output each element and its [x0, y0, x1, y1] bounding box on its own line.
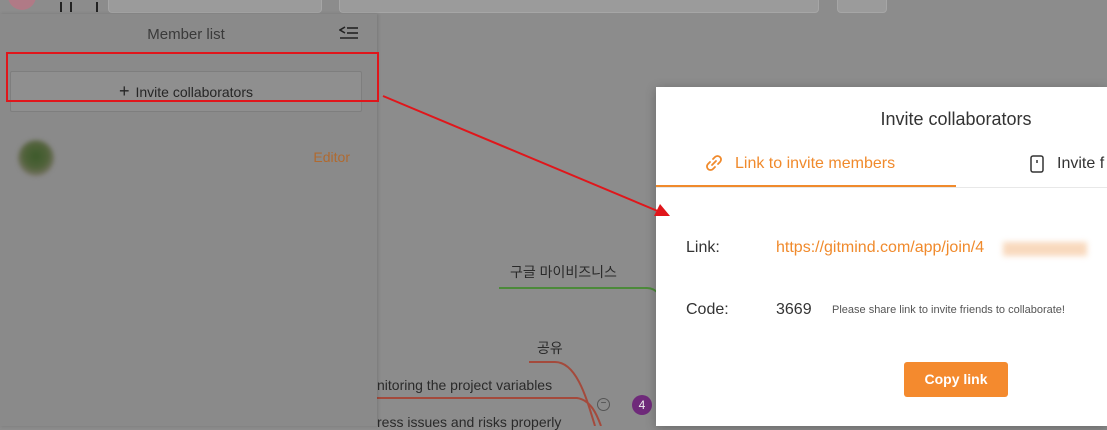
- annotation-highlight-box: [6, 52, 379, 102]
- app-logo[interactable]: [8, 0, 36, 10]
- tab-invite-friends-label: Invite f: [1057, 155, 1105, 172]
- toolbar-panel: [108, 0, 322, 13]
- mindmap-node[interactable]: 공유: [537, 338, 563, 358]
- node-count-badge[interactable]: 4: [632, 395, 652, 415]
- collapse-list-icon[interactable]: [338, 25, 359, 45]
- toolbar-panel: [837, 0, 887, 13]
- phone-icon: [1030, 155, 1044, 173]
- collapse-node-icon[interactable]: −: [597, 398, 610, 411]
- toolbar-panel: [339, 0, 819, 13]
- redacted-link-suffix: [1003, 242, 1087, 256]
- menu-icon[interactable]: [60, 0, 100, 14]
- invite-code-value: 3669: [776, 301, 812, 318]
- active-tab-indicator: [656, 185, 956, 187]
- link-label: Link:: [686, 239, 720, 256]
- member-row[interactable]: Editor: [14, 140, 354, 180]
- avatar: [18, 140, 54, 176]
- copy-link-button[interactable]: Copy link: [904, 362, 1008, 397]
- member-role[interactable]: Editor: [313, 149, 350, 165]
- tab-link-label: Link to invite members: [735, 155, 896, 172]
- share-hint-text: Please share link to invite friends to c…: [832, 304, 1065, 316]
- mindmap-node[interactable]: ress issues and risks properly: [377, 414, 561, 430]
- code-label: Code:: [686, 301, 729, 318]
- member-list-title: Member list: [147, 26, 225, 43]
- top-toolbar: [0, 0, 1107, 14]
- mindmap-node[interactable]: 구글 마이비즈니스: [510, 262, 617, 282]
- mindmap-node[interactable]: nitoring the project variables: [377, 377, 552, 393]
- invite-collaborators-dialog: Invite collaborators Link to invite memb…: [656, 87, 1107, 426]
- member-name: [68, 148, 148, 164]
- dialog-title: Invite collaborators: [880, 109, 1032, 129]
- link-icon: [704, 153, 724, 173]
- member-list-header: Member list: [0, 24, 377, 48]
- invite-link-value[interactable]: https://gitmind.com/app/join/4: [776, 239, 984, 257]
- invite-tabs: Link to invite members Invite f: [656, 153, 1107, 188]
